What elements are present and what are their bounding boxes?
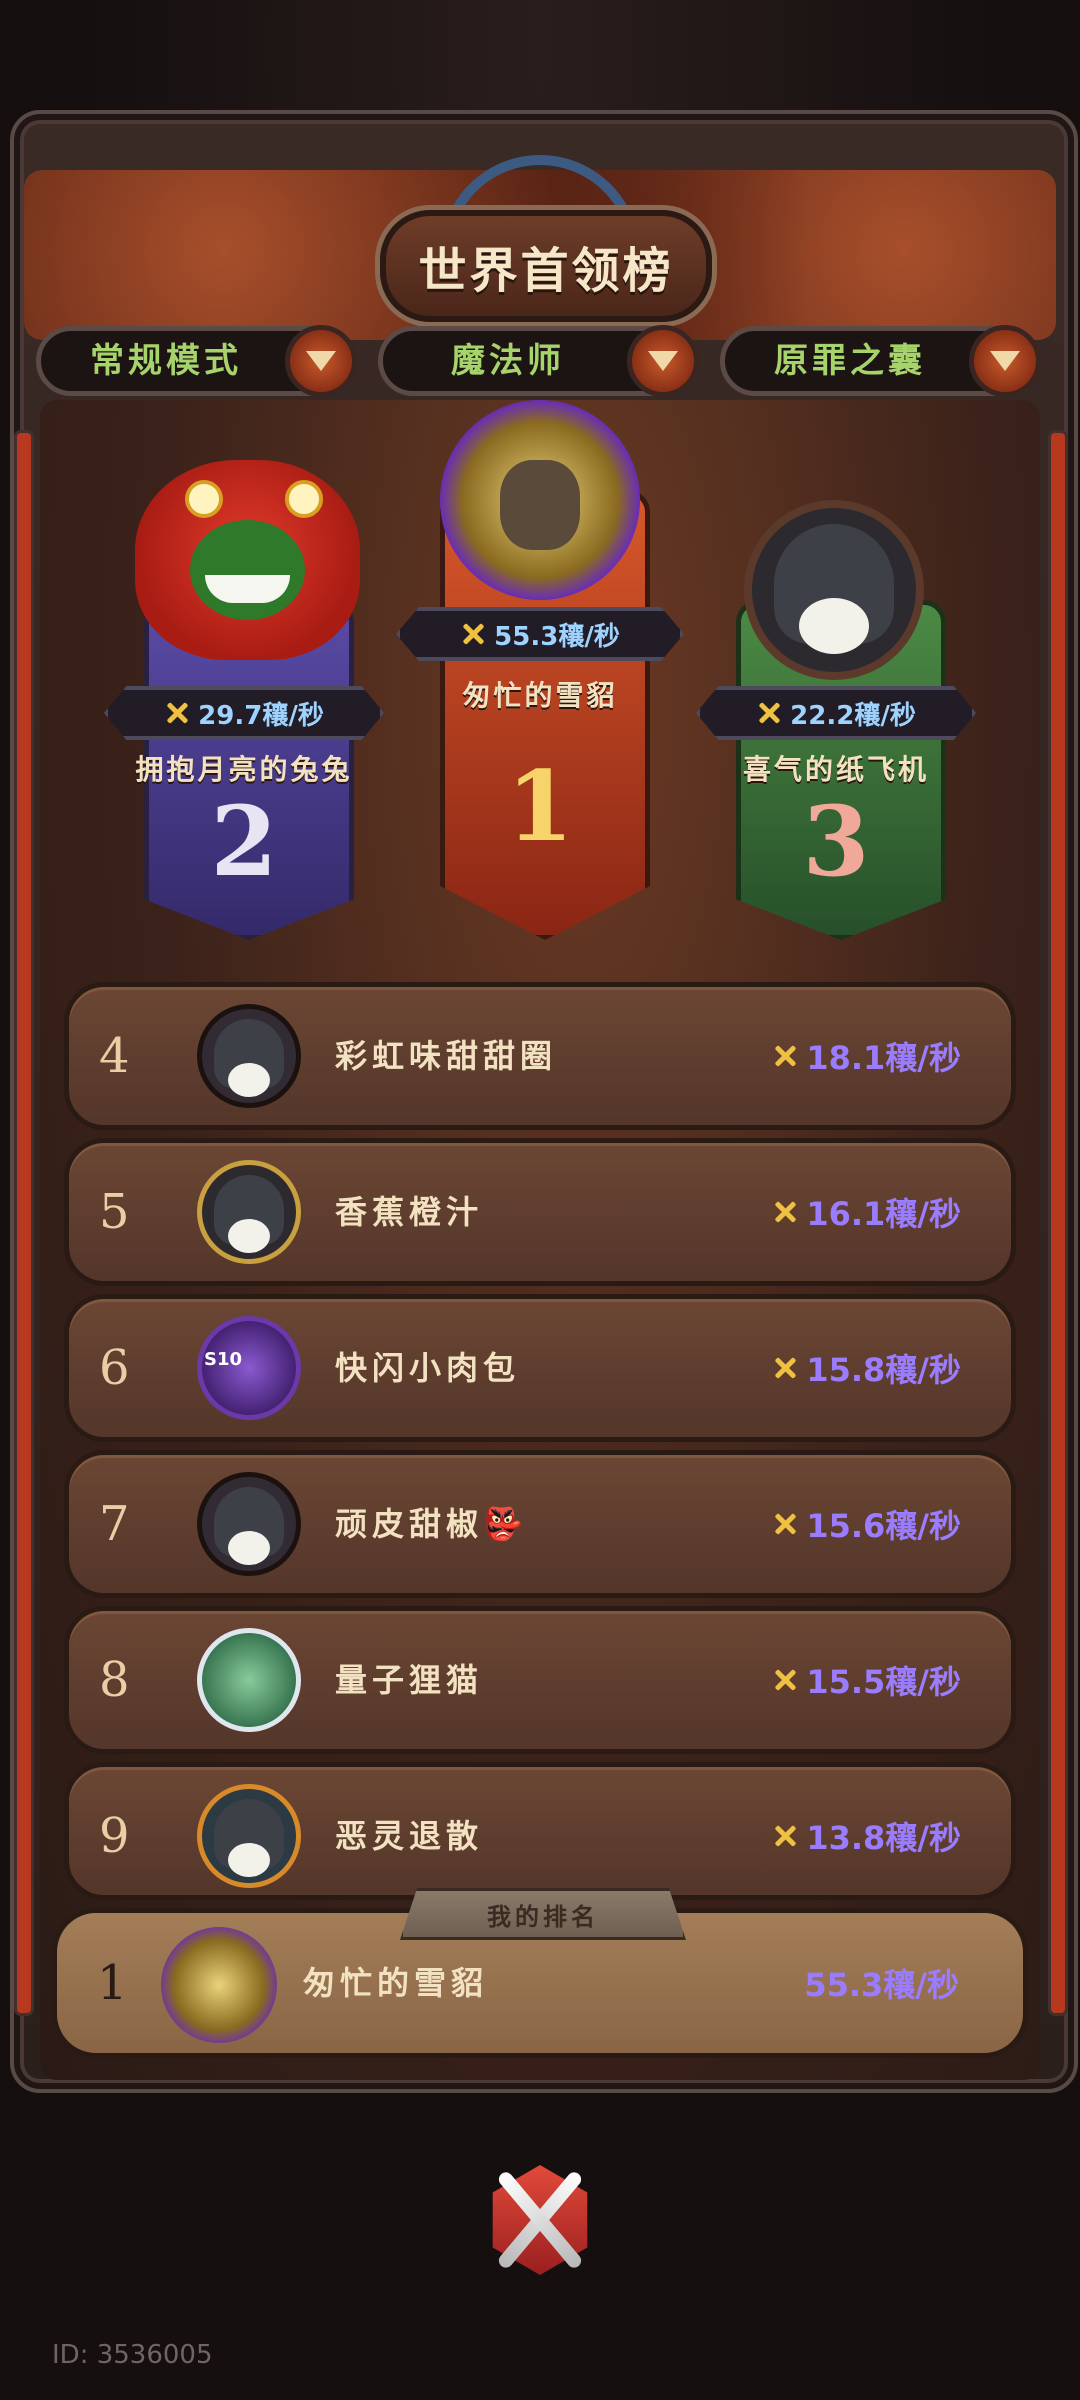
list-item[interactable]: 8 量子狸猫 15.5穰/秒: [64, 1606, 1016, 1754]
rocket-avatar[interactable]: [197, 1784, 301, 1888]
tab-normal-mode[interactable]: 常规模式: [36, 325, 357, 397]
score-value: 55.3穰/秒: [494, 621, 620, 652]
swords-icon: [756, 700, 782, 726]
row-rank: 6: [99, 1340, 130, 1396]
score-value: 29.7穰/秒: [198, 700, 324, 731]
page-title: 世界首领榜: [418, 243, 674, 299]
swords-icon: [164, 700, 190, 726]
my-rank-label: 我的排名: [487, 1902, 599, 1931]
list-item[interactable]: 5 香蕉橙汁 16.1穰/秒: [64, 1138, 1016, 1286]
row-score: 16.1穰/秒: [772, 1143, 961, 1281]
face: [799, 598, 869, 654]
row-score: 13.8穰/秒: [772, 1767, 961, 1905]
swords-icon: [772, 1511, 798, 1537]
row-name: 量子狸猫: [335, 1661, 484, 1699]
chevron-down-icon[interactable]: [285, 325, 357, 397]
row-name: 恶灵退散: [335, 1817, 484, 1855]
my-score: 55.3穰/秒: [804, 1913, 959, 2053]
hooded-avatar[interactable]: [197, 1004, 301, 1108]
eye-right: [285, 480, 323, 518]
my-rank: 1: [97, 1955, 128, 2011]
list-item[interactable]: 6 S10 快闪小肉包 15.8穰/秒: [64, 1294, 1016, 1442]
eye-left: [185, 480, 223, 518]
score-value: 13.8穰/秒: [806, 1819, 961, 1857]
row-rank: 9: [99, 1808, 130, 1864]
season-badge: S10: [204, 1349, 243, 1370]
row-rank: 4: [99, 1028, 130, 1084]
podium-rank-1: 1: [506, 750, 574, 863]
podium-name-3: 喜气的纸飞机: [742, 753, 929, 786]
swords-icon: [772, 1043, 798, 1069]
score-value: 16.1穰/秒: [806, 1195, 961, 1233]
tomato-avatar[interactable]: [135, 460, 360, 660]
score-value: 55.3穰/秒: [804, 1966, 959, 2004]
row-rank: 8: [99, 1652, 130, 1708]
hooded-avatar[interactable]: [744, 500, 924, 680]
face: [228, 1531, 270, 1565]
right-rail: [1048, 430, 1068, 2016]
title-plate: 世界首领榜: [380, 210, 712, 322]
row-name: 香蕉橙汁: [335, 1193, 484, 1231]
tab-mage[interactable]: 魔法师: [378, 325, 699, 397]
score-value: 22.2穰/秒: [790, 700, 916, 731]
tab-original-sin[interactable]: 原罪之囊: [720, 325, 1041, 397]
tab-label: 常规模式: [90, 341, 242, 381]
podium-score-3: 22.2穰/秒: [696, 686, 976, 740]
podium-rank-2: 2: [210, 785, 278, 898]
close-button[interactable]: [470, 2150, 610, 2290]
podium-score-2: 29.7穰/秒: [104, 686, 384, 740]
left-rail: [14, 430, 34, 2016]
my-avatar[interactable]: [161, 1927, 277, 2043]
list-item[interactable]: 4 彩虹味甜甜圈 18.1穰/秒: [64, 982, 1016, 1130]
chevron-down-icon[interactable]: [969, 325, 1041, 397]
ferret-mage-avatar[interactable]: [440, 400, 640, 600]
podium-rank-3: 3: [802, 785, 870, 898]
score-value: 18.1穰/秒: [806, 1039, 961, 1077]
score-value: 15.8穰/秒: [806, 1351, 961, 1389]
swords-icon: [460, 621, 486, 647]
row-name: 彩虹味甜甜圈: [335, 1037, 558, 1075]
score-value: 15.5穰/秒: [806, 1663, 961, 1701]
swords-icon: [772, 1667, 798, 1693]
row-name: 快闪小肉包: [335, 1349, 521, 1387]
row-score: 15.6穰/秒: [772, 1455, 961, 1593]
frog-face: [190, 520, 305, 620]
chevron-down-icon[interactable]: [627, 325, 699, 397]
row-score: 15.8穰/秒: [772, 1299, 961, 1437]
face: [228, 1063, 270, 1097]
dragon-frame-avatar[interactable]: [197, 1160, 301, 1264]
list-item[interactable]: 7 顽皮甜椒👺 15.6穰/秒: [64, 1450, 1016, 1598]
swords-icon: [772, 1823, 798, 1849]
tab-label: 原罪之囊: [774, 341, 926, 381]
user-id: ID: 3536005: [52, 2340, 213, 2370]
row-rank: 7: [99, 1496, 130, 1552]
podium-name-1: 匆忙的雪貂: [462, 679, 618, 712]
face: [228, 1843, 270, 1877]
swords-icon: [772, 1199, 798, 1225]
s10-tentacle-avatar[interactable]: S10: [197, 1316, 301, 1420]
row-score: 18.1穰/秒: [772, 987, 961, 1125]
swords-icon: [772, 1355, 798, 1381]
row-score: 15.5穰/秒: [772, 1611, 961, 1749]
face: [228, 1219, 270, 1253]
score-value: 15.6穰/秒: [806, 1507, 961, 1545]
tab-label: 魔法师: [451, 341, 565, 381]
podium-score-1: 55.3穰/秒: [396, 607, 684, 661]
row-name: 顽皮甜椒👺: [335, 1505, 528, 1543]
my-rank-label-plate: 我的排名: [400, 1888, 686, 1940]
hooded-avatar[interactable]: [197, 1472, 301, 1576]
podium-name-2: 拥抱月亮的兔兔: [135, 753, 353, 786]
astronaut-avatar[interactable]: [197, 1628, 301, 1732]
list-item[interactable]: 9 恶灵退散 13.8穰/秒: [64, 1762, 1016, 1900]
figure: [500, 460, 580, 550]
row-rank: 5: [99, 1184, 130, 1240]
